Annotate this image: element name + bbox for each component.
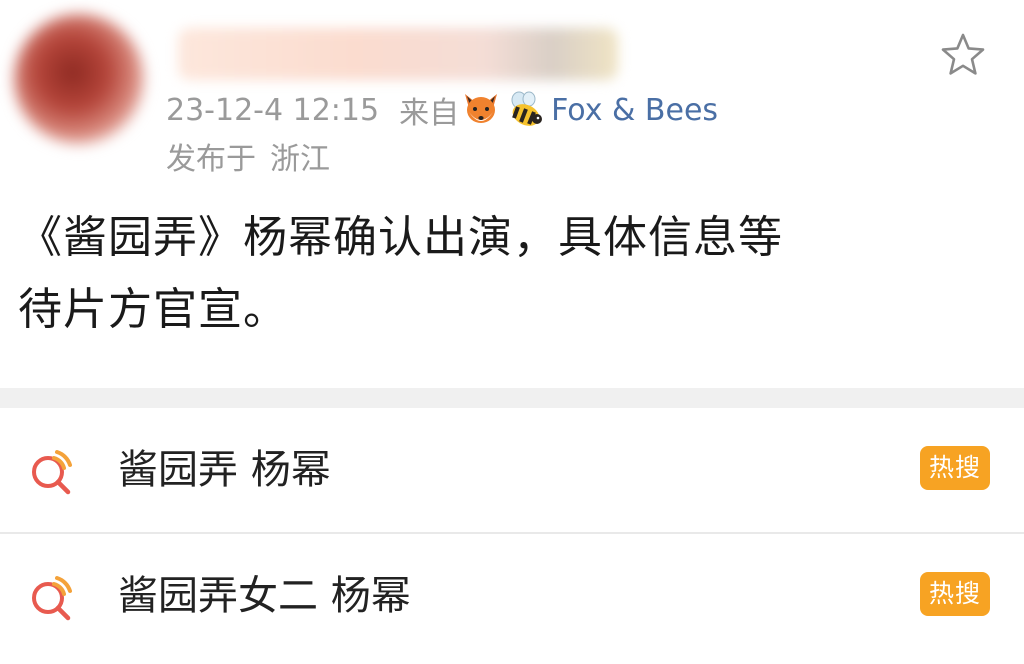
post-meta: 23-12-4 12:15 来自 Fox & Bees <box>166 88 718 132</box>
section-divider <box>0 388 1024 408</box>
search-icon <box>32 450 72 495</box>
avatar[interactable] <box>14 14 144 144</box>
post-location: 发布于 浙江 <box>166 134 330 178</box>
search-icon <box>32 576 72 621</box>
post-text: 《酱园弄》杨幂确认出演，具体信息等 待片方官宣。 <box>18 202 978 346</box>
star-icon[interactable] <box>938 30 988 80</box>
fox-emoji-icon <box>465 94 498 123</box>
weibo-post-screen: 23-12-4 12:15 来自 Fox & Bees 发布于 浙江 《酱园弄》… <box>0 0 1024 664</box>
bee-emoji-icon <box>511 91 543 126</box>
location-label: 发布于 <box>166 142 256 177</box>
post-text-line: 待片方官宣。 <box>18 284 288 335</box>
post-timestamp: 23-12-4 12:15 <box>166 92 380 128</box>
source-app-link[interactable]: Fox & Bees <box>551 93 718 128</box>
hot-search-item[interactable]: 酱园弄女二 杨幂 热搜 <box>0 534 1024 658</box>
username-blurred[interactable] <box>178 28 618 80</box>
hot-search-item[interactable]: 酱园弄 杨幂 热搜 <box>0 408 1024 532</box>
hot-search-text: 酱园弄 杨幂 <box>118 447 331 493</box>
hot-search-text: 酱园弄女二 杨幂 <box>118 573 411 619</box>
location-value: 浙江 <box>270 142 330 177</box>
post-text-line: 《酱园弄》杨幂确认出演，具体信息等 <box>18 212 783 263</box>
hot-badge: 热搜 <box>920 572 990 616</box>
source-from-label: 来自 <box>399 96 460 131</box>
hot-badge: 热搜 <box>920 446 990 490</box>
